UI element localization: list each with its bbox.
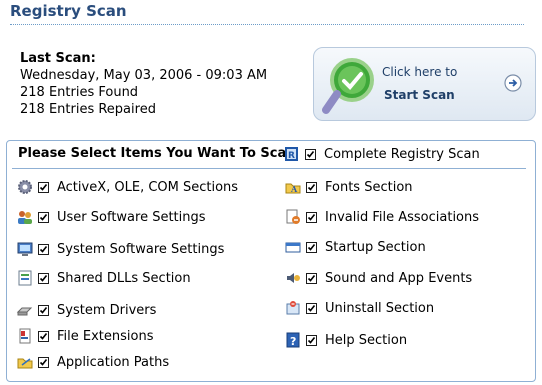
sound-icon	[287, 273, 300, 283]
checkmark-icon	[39, 183, 48, 191]
scan-item-fonts-section-checkbox[interactable]	[306, 181, 317, 193]
magnifier-icon	[322, 58, 374, 114]
scan-item-shared-dlls-section-label[interactable]: Shared DLLs Section	[57, 271, 191, 286]
complete-registry-scan-row: R Complete Registry Scan	[283, 145, 480, 163]
scan-item-system-software-settings-row: System Software Settings	[16, 240, 224, 258]
last-scan-header: Last Scan:	[20, 51, 96, 66]
scan-item-application-paths-checkbox[interactable]	[38, 356, 49, 368]
checkmark-icon	[307, 243, 316, 251]
scan-item-help-section-row: ? Help Section	[284, 331, 407, 349]
scan-item-shared-dlls-section-row: Shared DLLs Section	[16, 269, 191, 287]
checkmark-icon	[307, 274, 316, 282]
scan-item-system-drivers-label[interactable]: System Drivers	[57, 303, 156, 318]
scan-item-startup-section-checkbox[interactable]	[306, 241, 317, 253]
checkmark-icon	[39, 274, 48, 282]
complete-registry-scan-label[interactable]: Complete Registry Scan	[324, 147, 480, 162]
complete-registry-scan-checkbox[interactable]	[305, 148, 316, 160]
scan-item-sound-and-app-events-checkbox[interactable]	[306, 272, 317, 284]
dll-icon	[18, 270, 32, 286]
scan-item-user-software-settings-label[interactable]: User Software Settings	[57, 210, 206, 225]
scan-item-help-section-label[interactable]: Help Section	[325, 333, 407, 348]
users-icon	[18, 211, 32, 224]
uninstall-icon	[286, 301, 300, 315]
checkmark-icon	[39, 213, 48, 221]
panel-heading: Please Select Items You Want To Scan	[18, 146, 296, 161]
entries-found: 218 Entries Found	[20, 85, 139, 100]
scan-item-startup-section-row: Startup Section	[284, 238, 426, 256]
scan-item-uninstall-section-row: Uninstall Section	[284, 299, 434, 317]
scan-item-activex-ole-com-sections-label[interactable]: ActiveX, OLE, COM Sections	[57, 180, 238, 195]
checkmark-icon	[307, 304, 316, 312]
checkmark-icon	[306, 150, 315, 158]
fonts-folder-icon: A	[285, 183, 301, 194]
svg-text:R: R	[288, 151, 295, 161]
scan-item-system-drivers-row: System Drivers	[16, 301, 156, 319]
scan-item-sound-and-app-events-label[interactable]: Sound and App Events	[325, 271, 472, 286]
start-scan-line1: Click here to	[382, 65, 458, 79]
start-scan-line2: Start Scan	[384, 88, 455, 102]
scan-item-file-extensions-label[interactable]: File Extensions	[57, 329, 153, 344]
gear-icon	[18, 180, 32, 194]
title-divider	[10, 24, 524, 25]
scan-item-shared-dlls-section-checkbox[interactable]	[38, 272, 49, 284]
scan-item-help-section-checkbox[interactable]	[306, 334, 317, 346]
checkmark-icon	[307, 213, 316, 221]
checkmark-icon	[39, 245, 48, 253]
arrow-right-icon	[504, 74, 522, 92]
scan-item-sound-and-app-events-row: Sound and App Events	[284, 269, 472, 287]
scan-item-invalid-file-associations-label[interactable]: Invalid File Associations	[325, 210, 479, 225]
scan-item-user-software-settings-row: User Software Settings	[16, 208, 206, 226]
page-title: Registry Scan	[10, 2, 127, 20]
panel-divider	[12, 168, 526, 169]
scan-item-fonts-section-label[interactable]: Fonts Section	[325, 180, 413, 195]
scan-item-uninstall-section-label[interactable]: Uninstall Section	[325, 301, 434, 316]
scan-item-application-paths-row: Application Paths	[16, 353, 169, 371]
checkmark-icon	[39, 358, 48, 366]
checkmark-icon	[39, 306, 48, 314]
checkmark-icon	[39, 332, 48, 340]
entries-repaired: 218 Entries Repaired	[20, 102, 156, 117]
last-scan-info: Last Scan: Wednesday, May 03, 2006 - 09:…	[20, 50, 267, 118]
scan-item-invalid-file-associations-row: Invalid File Associations	[284, 208, 479, 226]
scan-item-user-software-settings-checkbox[interactable]	[38, 211, 49, 223]
scan-item-system-drivers-checkbox[interactable]	[38, 304, 49, 316]
start-scan-button[interactable]: Click here to Start Scan	[313, 47, 536, 121]
scan-item-fonts-section-row: A Fonts Section	[284, 178, 413, 196]
checkmark-icon	[307, 336, 316, 344]
scan-item-file-extensions-checkbox[interactable]	[38, 330, 49, 342]
checkmark-icon	[307, 183, 316, 191]
scan-item-activex-ole-com-sections-checkbox[interactable]	[38, 181, 49, 193]
scan-item-system-software-settings-checkbox[interactable]	[38, 243, 49, 255]
scan-item-file-extensions-row: File Extensions	[16, 327, 153, 345]
scan-item-activex-ole-com-sections-row: ActiveX, OLE, COM Sections	[16, 178, 238, 196]
svg-text:?: ?	[290, 335, 296, 348]
file-extension-icon	[19, 328, 31, 344]
scan-item-uninstall-section-checkbox[interactable]	[306, 302, 317, 314]
scan-items-panel	[6, 140, 536, 382]
svg-text:A: A	[290, 184, 298, 194]
scan-item-startup-section-label[interactable]: Startup Section	[325, 240, 426, 255]
computer-icon	[17, 242, 33, 256]
startup-icon	[285, 242, 301, 253]
scan-item-application-paths-label[interactable]: Application Paths	[57, 355, 169, 370]
drive-icon	[16, 307, 33, 316]
folder-path-icon	[17, 358, 33, 369]
registry-icon: R	[285, 147, 298, 161]
last-scan-date: Wednesday, May 03, 2006 - 09:03 AM	[20, 68, 268, 83]
scan-item-system-software-settings-label[interactable]: System Software Settings	[57, 242, 224, 257]
help-icon: ?	[286, 332, 300, 348]
file-association-icon	[286, 209, 300, 224]
scan-item-invalid-file-associations-checkbox[interactable]	[306, 211, 317, 223]
